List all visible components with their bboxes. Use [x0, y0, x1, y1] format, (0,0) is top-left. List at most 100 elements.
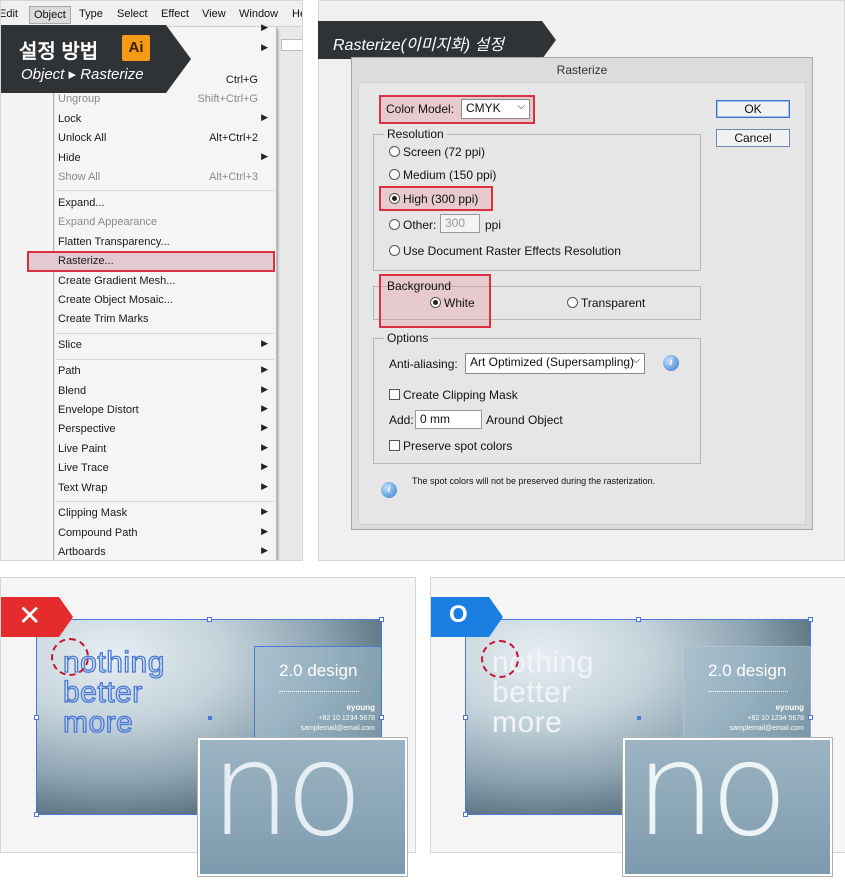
selection-handle[interactable] [207, 617, 212, 622]
menu-item-expand-appearance[interactable]: Expand Appearance [54, 213, 276, 232]
anti-aliasing-value: Art Optimized (Supersampling) [470, 355, 635, 369]
color-model-select[interactable]: CMYK ⌵ [461, 99, 530, 119]
submenu-arrow-icon: ▶ [261, 506, 268, 517]
menu-item-label: Hide [58, 151, 81, 164]
radio-selected-icon [389, 193, 400, 204]
menu-item-expand[interactable]: Expand... [54, 194, 276, 213]
menu-item-ungroup[interactable]: Ungroup Shift+Ctrl+G [54, 90, 276, 109]
menu-item-label: Perspective [58, 423, 116, 436]
selection-handle[interactable] [34, 715, 39, 720]
dialog-callout-badge: Rasterize(이미지화) 설정 [318, 21, 556, 59]
checkbox-icon [389, 389, 400, 400]
menu-item-shortcut: Ctrl+G [225, 74, 258, 86]
menu-item-label: Flatten Transparency... [58, 235, 170, 248]
submenu-arrow-icon: ▶ [261, 461, 268, 472]
menu-item-label: Clipping Mask [58, 507, 128, 520]
selection-handle[interactable] [463, 715, 468, 720]
menu-help[interactable]: He [288, 6, 302, 22]
menu-item-flatten-transparency[interactable]: Flatten Transparency... [54, 233, 276, 252]
menu-item-clipping-mask[interactable]: Clipping Mask ▶ [54, 504, 276, 523]
control-field[interactable] [281, 39, 302, 51]
good-example-panel: nothing better more 2.0 design eyoung +8… [430, 577, 845, 877]
menu-item-slice[interactable]: Slice ▶ [54, 336, 276, 355]
card-divider [279, 691, 359, 692]
card-brand: 2.0 design [708, 661, 787, 680]
card-line-3: more [62, 705, 134, 739]
dialog-title: Rasterize [556, 63, 608, 77]
menu-item-label: Slice [58, 339, 82, 352]
radio-white[interactable]: White [430, 296, 475, 310]
radio-high-label: High (300 ppi) [403, 192, 479, 206]
add-label: Add: [389, 413, 414, 427]
menu-item-create-trim-marks[interactable]: Create Trim Marks [54, 310, 276, 329]
menu-item-shortcut: Alt+Ctrl+3 [209, 171, 258, 183]
menu-item-label: Create Trim Marks [58, 313, 149, 326]
info-icon[interactable]: i [663, 355, 679, 371]
selection-handle[interactable] [808, 715, 813, 720]
card-tel: +82 10 1234 5678 [318, 715, 375, 722]
radio-screen[interactable]: Screen (72 ppi) [389, 145, 485, 159]
spot-color-note: The spot colors will not be preserved du… [412, 476, 656, 486]
radio-high[interactable]: High (300 ppi) [389, 192, 478, 206]
menu-item-rasterize[interactable]: Rasterize... [27, 251, 275, 273]
good-tag: O [431, 597, 503, 637]
menu-item-unlock-all[interactable]: Unlock All Alt+Ctrl+2 [54, 129, 276, 148]
submenu-arrow-icon: ▶ [261, 364, 268, 375]
preserve-spot-checkbox[interactable]: Preserve spot colors [389, 439, 512, 453]
zoom-text: no [635, 738, 788, 865]
around-object-label: Around Object [486, 413, 563, 427]
submenu-arrow-icon: ▶ [261, 150, 268, 161]
other-ppi-field[interactable]: 300 [440, 214, 480, 233]
radio-transparent[interactable]: Transparent [567, 296, 645, 310]
center-point [637, 716, 641, 720]
menu-item-label: Path [58, 365, 81, 378]
clipping-mask-checkbox[interactable]: Create Clipping Mask [389, 388, 518, 402]
menu-item-label: Expand Appearance [58, 216, 158, 229]
menu-item-text-wrap[interactable]: Text Wrap ▶ [54, 479, 276, 498]
radio-medium-label: Medium (150 ppi) [403, 168, 497, 182]
selection-handle[interactable] [34, 812, 39, 817]
zoom-text: no [210, 738, 363, 865]
object-dropdown-menu: ▶ ▶ GroupCtrl+GUngroupShift+Ctrl+GLock▶U… [27, 22, 277, 560]
badge-dialog-title: Rasterize(이미지화) 설정 [333, 37, 504, 54]
selection-handle[interactable] [379, 617, 384, 622]
menu-item-envelope-distort[interactable]: Envelope Distort ▶ [54, 401, 276, 420]
radio-other[interactable]: Other: [389, 218, 436, 232]
menu-item-label: Rasterize... [58, 255, 114, 268]
ok-button[interactable]: OK [716, 100, 790, 118]
card-divider [708, 691, 788, 692]
radio-document-resolution[interactable]: Use Document Raster Effects Resolution [389, 244, 621, 258]
menu-item-show-all[interactable]: Show All Alt+Ctrl+3 [54, 168, 276, 187]
ppi-unit: ppi [485, 218, 502, 232]
selection-handle[interactable] [808, 617, 813, 622]
workspace-edge [277, 27, 302, 560]
card-tel: +82 10 1234 5678 [747, 715, 804, 722]
anti-aliasing-select[interactable]: Art Optimized (Supersampling) ⌵ [465, 353, 645, 374]
resolution-label: Resolution [384, 127, 447, 141]
menu-item-perspective[interactable]: Perspective ▶ [54, 420, 276, 439]
selection-handle[interactable] [379, 715, 384, 720]
menu-item-live-paint[interactable]: Live Paint ▶ [54, 440, 276, 459]
selection-handle[interactable] [463, 812, 468, 817]
add-field[interactable]: 0 mm [415, 410, 482, 429]
menu-item-label: Blend [58, 384, 87, 397]
menu-item-create-gradient-mesh[interactable]: Create Gradient Mesh... [54, 272, 276, 291]
menu-item-artboards[interactable]: Artboards ▶ [54, 543, 276, 560]
menu-item-create-object-mosaic[interactable]: Create Object Mosaic... [54, 291, 276, 310]
menu-item-label: Text Wrap [58, 481, 108, 494]
menu-item-path[interactable]: Path ▶ [54, 362, 276, 381]
card-mail: samplemail@email.com [729, 725, 804, 732]
menu-edit[interactable]: Edit [1, 6, 22, 22]
menu-item-lock[interactable]: Lock ▶ [54, 110, 276, 129]
cancel-button[interactable]: Cancel [716, 129, 790, 147]
submenu-arrow-icon: ▶ [261, 338, 268, 349]
menu-item-blend[interactable]: Blend ▶ [54, 382, 276, 401]
menu-item-label: Envelope Distort [58, 403, 139, 416]
selection-handle[interactable] [636, 617, 641, 622]
radio-medium[interactable]: Medium (150 ppi) [389, 168, 496, 182]
menu-item-hide[interactable]: Hide ▶ [54, 149, 276, 168]
card-line-3: more [492, 706, 563, 739]
menu-item-compound-path[interactable]: Compound Path ▶ [54, 524, 276, 543]
submenu-arrow-icon: ▶ [261, 383, 268, 394]
menu-item-live-trace[interactable]: Live Trace ▶ [54, 459, 276, 478]
